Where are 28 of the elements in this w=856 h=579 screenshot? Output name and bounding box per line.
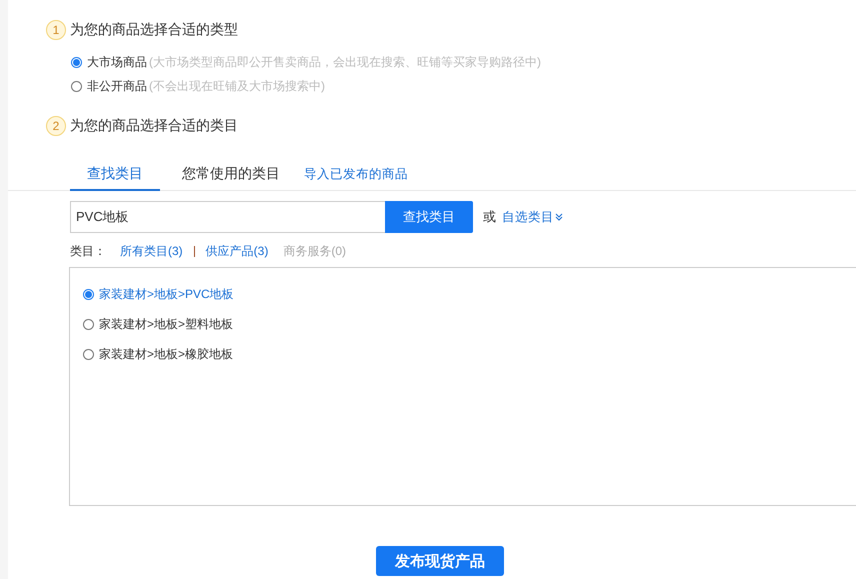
filter-link[interactable]: 供应产品(3) bbox=[206, 242, 268, 260]
tab[interactable]: 查找类目 bbox=[70, 163, 160, 191]
radio-button[interactable] bbox=[83, 288, 94, 300]
step-title: 为您的商品选择合适的类目 bbox=[70, 117, 238, 135]
filter-label: 类目： bbox=[70, 242, 106, 260]
option-hint: (大市场类型商品即公开售卖商品，会出现在搜索、旺铺等买家导购路径中) bbox=[149, 54, 541, 70]
option-hint: (不会出现在旺铺及大市场搜索中) bbox=[149, 78, 325, 94]
step-title: 为您的商品选择合适的类型 bbox=[70, 21, 238, 39]
filter-link[interactable]: 所有类目(3) bbox=[120, 242, 183, 260]
search-button[interactable]: 查找类目 bbox=[385, 201, 473, 233]
radio-button[interactable] bbox=[83, 348, 94, 360]
publish-button[interactable]: 发布现货产品 bbox=[376, 546, 504, 576]
category-path: 家装建材>地板>塑料地板 bbox=[99, 316, 234, 332]
category-path: 家装建材>地板>PVC地板 bbox=[99, 286, 234, 302]
tab[interactable]: 您常使用的类目 bbox=[165, 163, 297, 191]
radio-button[interactable] bbox=[71, 56, 82, 68]
or-text: 或 bbox=[483, 208, 496, 226]
category-path: 家装建材>地板>橡胶地板 bbox=[99, 346, 234, 362]
search-field[interactable]: PVC地板 bbox=[70, 201, 385, 233]
import-link[interactable]: 导入已发布的商品 bbox=[304, 166, 408, 190]
radio-button[interactable] bbox=[71, 80, 82, 92]
step-number-badge: 1 bbox=[46, 20, 66, 40]
option-label: 非公开商品 bbox=[87, 78, 147, 94]
radio-button[interactable] bbox=[83, 318, 94, 330]
option-label: 大市场商品 bbox=[87, 54, 147, 70]
custom-category-link[interactable]: 自选类目 bbox=[502, 208, 563, 226]
double-chevron-down-icon bbox=[555, 213, 563, 221]
step-number-badge: 2 bbox=[46, 116, 66, 136]
